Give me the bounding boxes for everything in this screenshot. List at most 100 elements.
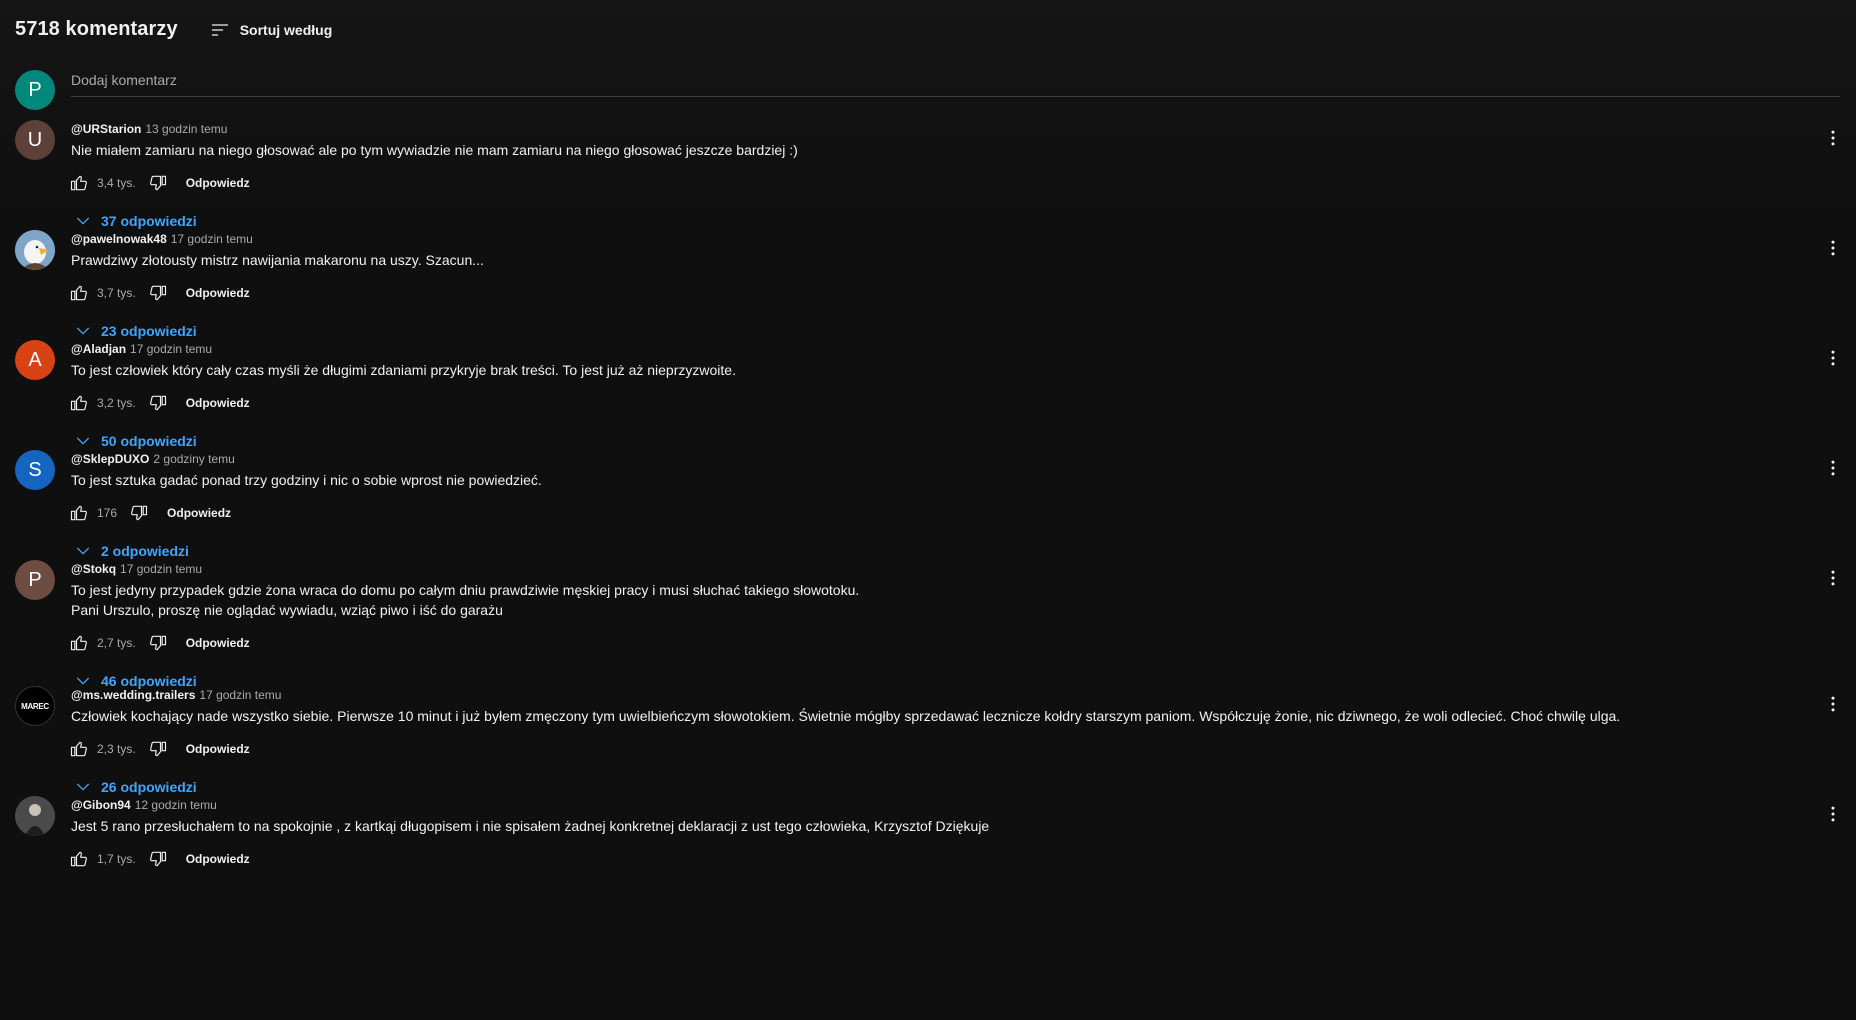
- avatar[interactable]: A: [15, 340, 55, 380]
- comment-time[interactable]: 12 godzin temu: [135, 796, 217, 814]
- reply-button[interactable]: Odpowiedz: [167, 506, 231, 520]
- comment-author[interactable]: @URStarion: [71, 120, 141, 138]
- replies-label: 26 odpowiedzi: [101, 779, 197, 795]
- thumb-up-icon: [70, 285, 87, 301]
- comment-time[interactable]: 17 godzin temu: [171, 230, 253, 248]
- comment-time[interactable]: 17 godzin temu: [199, 686, 281, 704]
- comment-actions: 2,3 tys. Odpowiedz: [70, 733, 1845, 765]
- comment-author[interactable]: @Stokq: [71, 560, 116, 578]
- comment-author[interactable]: @SklepDUXO: [71, 450, 149, 468]
- like-button[interactable]: [67, 631, 91, 655]
- reply-button[interactable]: Odpowiedz: [186, 176, 250, 190]
- chevron-down-icon: [77, 783, 89, 791]
- comment-meta: @ms.wedding.trailers 17 godzin temu: [71, 686, 1845, 704]
- avatar[interactable]: [15, 230, 55, 270]
- dislike-button[interactable]: [146, 631, 170, 655]
- comment-text-line: Pani Urszulo, proszę nie oglądać wywiadu…: [71, 602, 503, 618]
- avatar-letter: A: [28, 348, 42, 371]
- comment-author[interactable]: @Aladjan: [71, 340, 126, 358]
- like-button[interactable]: [67, 737, 91, 761]
- avatar-letter: P: [28, 568, 42, 591]
- thumb-up-icon: [70, 505, 87, 521]
- like-button[interactable]: [67, 281, 91, 305]
- avatar-logo: MAREC: [21, 701, 49, 711]
- avatar[interactable]: S: [15, 450, 55, 490]
- replies-label: 2 odpowiedzi: [101, 543, 189, 559]
- comment-text-line: To jest sztuka gadać ponad trzy godziny …: [71, 472, 542, 488]
- dislike-button[interactable]: [146, 171, 170, 195]
- comment-time[interactable]: 17 godzin temu: [130, 340, 212, 358]
- comment-meta: @Gibon94 12 godzin temu: [71, 796, 1845, 814]
- thumb-up-icon: [70, 851, 87, 867]
- dislike-button[interactable]: [146, 847, 170, 871]
- more-actions-button[interactable]: [1821, 566, 1845, 590]
- more-vert-icon: [1831, 350, 1835, 366]
- add-comment-input[interactable]: [71, 72, 1840, 97]
- like-count: 2,3 tys.: [97, 742, 136, 756]
- comment-time[interactable]: 17 godzin temu: [120, 560, 202, 578]
- comment-meta: @Stokq 17 godzin temu: [71, 560, 1845, 578]
- dislike-button[interactable]: [146, 737, 170, 761]
- thumb-down-icon: [149, 741, 166, 757]
- reply-button[interactable]: Odpowiedz: [186, 742, 250, 756]
- comment-author[interactable]: @Gibon94: [71, 796, 131, 814]
- like-button[interactable]: [67, 171, 91, 195]
- sort-button[interactable]: Sortuj według: [210, 20, 332, 40]
- comment-text: To jest człowiek który cały czas myśli ż…: [71, 360, 1845, 380]
- like-button[interactable]: [67, 847, 91, 871]
- avatar[interactable]: MAREC: [15, 686, 55, 726]
- like-button[interactable]: [67, 391, 91, 415]
- more-vert-icon: [1831, 130, 1835, 146]
- comment-text: Jest 5 rano przesłuchałem to na spokojni…: [71, 816, 1845, 836]
- comment-body: @Stokq 17 godzin temu To jest jedyny przyp…: [70, 560, 1845, 699]
- more-actions-button[interactable]: [1821, 126, 1845, 150]
- dislike-button[interactable]: [127, 501, 151, 525]
- dislike-button[interactable]: [146, 391, 170, 415]
- like-button[interactable]: [67, 501, 91, 525]
- comment-author[interactable]: @ms.wedding.trailers: [71, 686, 195, 704]
- comment-text: To jest sztuka gadać ponad trzy godziny …: [71, 470, 1845, 490]
- comment-body: @ms.wedding.trailers 17 godzin temu Człowi…: [70, 686, 1845, 805]
- comment-text-line: Nie miałem zamiaru na niego głosować ale…: [71, 142, 798, 158]
- comment-time[interactable]: 2 godziny temu: [153, 450, 234, 468]
- avatar-letter: U: [27, 128, 43, 151]
- more-actions-button[interactable]: [1821, 692, 1845, 716]
- thumb-up-icon: [70, 741, 87, 757]
- reply-button[interactable]: Odpowiedz: [186, 286, 250, 300]
- reply-button[interactable]: Odpowiedz: [186, 852, 250, 866]
- comment-actions: 3,7 tys. Odpowiedz: [70, 277, 1845, 309]
- comment-thread: A @Aladjan 17 godzin temu To jest człowiek …: [15, 340, 1845, 459]
- more-actions-button[interactable]: [1821, 346, 1845, 370]
- reply-button[interactable]: Odpowiedz: [186, 636, 250, 650]
- avatar-letter: S: [28, 458, 42, 481]
- comment-thread: U @URStarion 13 godzin temu Nie miałem zami…: [15, 120, 1845, 239]
- comment-text-line: Prawdziwy złotousty mistrz nawijania mak…: [71, 252, 484, 268]
- more-actions-button[interactable]: [1821, 802, 1845, 826]
- reply-button[interactable]: Odpowiedz: [186, 396, 250, 410]
- comment-time[interactable]: 13 godzin temu: [145, 120, 227, 138]
- avatar: P: [15, 70, 55, 110]
- comment-actions: 2,7 tys. Odpowiedz: [70, 627, 1845, 659]
- comment-text-line: To jest człowiek który cały czas myśli ż…: [71, 362, 736, 378]
- thumb-down-icon: [149, 851, 166, 867]
- chevron-down-icon: [77, 547, 89, 555]
- comments-header: 5718 komentarzy Sortuj według: [15, 18, 332, 41]
- comment-actions: 3,4 tys. Odpowiedz: [70, 167, 1845, 199]
- avatar[interactable]: U: [15, 120, 55, 160]
- thumb-down-icon: [149, 395, 166, 411]
- comment-actions: 176 Odpowiedz: [70, 497, 1845, 529]
- more-vert-icon: [1831, 806, 1835, 822]
- dislike-button[interactable]: [146, 281, 170, 305]
- more-vert-icon: [1831, 240, 1835, 256]
- more-actions-button[interactable]: [1821, 236, 1845, 260]
- chevron-down-icon: [77, 327, 89, 335]
- comment-body: @Aladjan 17 godzin temu To jest człowiek k…: [70, 340, 1845, 459]
- avatar[interactable]: P: [15, 560, 55, 600]
- comment-thread: MAREC @ms.wedding.trailers 17 godzin temu C…: [15, 686, 1845, 805]
- more-vert-icon: [1831, 696, 1835, 712]
- more-actions-button[interactable]: [1821, 456, 1845, 480]
- eagle-avatar-image: [15, 230, 55, 270]
- avatar[interactable]: [15, 796, 55, 836]
- thumb-down-icon: [149, 175, 166, 191]
- comment-author[interactable]: @pawelnowak48: [71, 230, 167, 248]
